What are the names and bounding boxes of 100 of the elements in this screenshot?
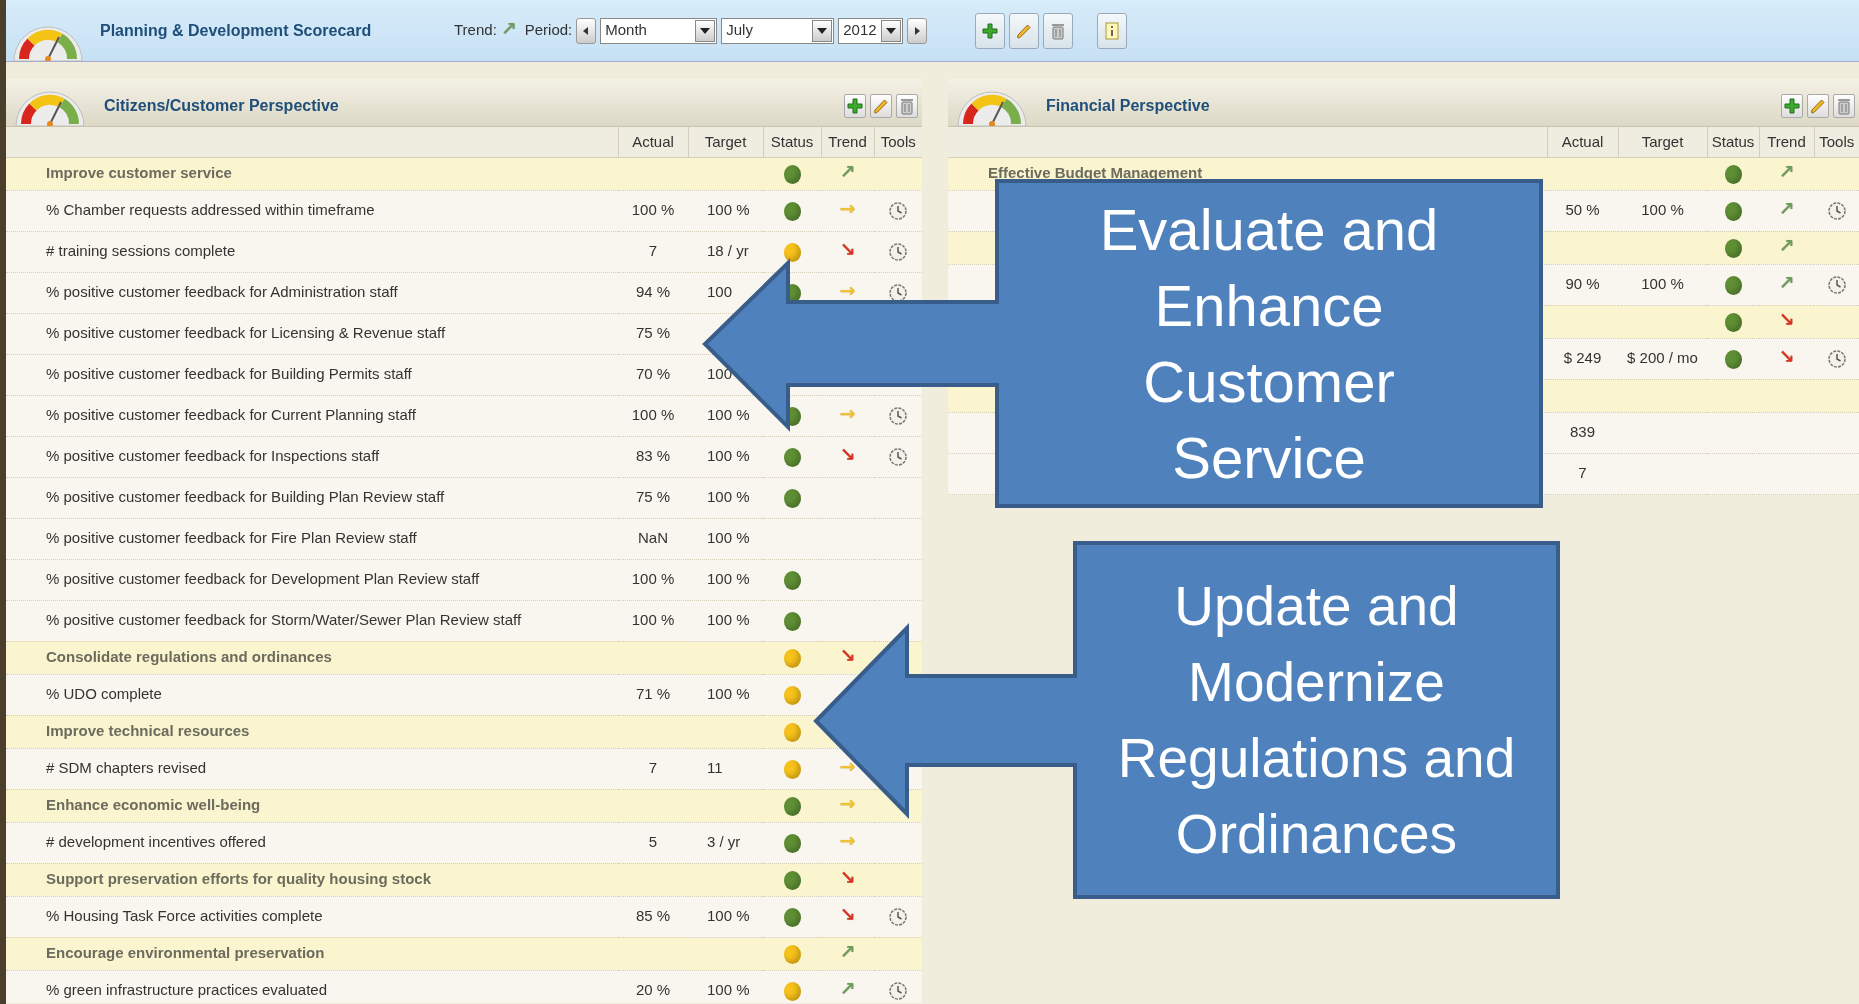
add-button[interactable] <box>975 12 1006 49</box>
column-header: Tools <box>880 132 916 150</box>
edit-button[interactable] <box>870 94 892 118</box>
clock-icon[interactable] <box>888 447 908 468</box>
delete-button[interactable] <box>896 94 918 118</box>
measure-name: % positive customer feedback for Storm/Water/Sewer Plan Review staff <box>46 611 522 629</box>
clock-icon[interactable] <box>1826 275 1847 296</box>
next-button[interactable] <box>907 17 928 44</box>
edit-button[interactable] <box>1807 94 1829 118</box>
objective-name: Improve technical resources <box>46 722 250 740</box>
trend-arrow: ↘ <box>1778 345 1795 368</box>
caret-icon <box>700 27 711 34</box>
trend-arrow: ↗ <box>500 17 517 40</box>
panel-title: Citizens/Customer Perspective <box>104 96 339 116</box>
trend-arrow: → <box>839 829 856 852</box>
trend-arrow: ↗ <box>1778 197 1795 220</box>
column-header: Trend <box>1767 132 1806 150</box>
trash-icon <box>899 97 915 115</box>
actual-value: 90 % <box>1565 275 1600 293</box>
measure-name: % Housing Task Force activities complete <box>46 907 323 925</box>
measure-name: % green infrastructure practices evaluated <box>46 981 327 999</box>
target-value: 100 <box>707 283 733 301</box>
actual-value: 50 % <box>1565 201 1600 219</box>
actual-value: 100 % <box>631 406 675 424</box>
add-button[interactable] <box>1781 94 1803 118</box>
objective-name: Encourage environmental preservation <box>46 944 325 962</box>
actual-value: 75 % <box>635 488 671 506</box>
trend-arrow: ↘ <box>839 238 856 261</box>
target-value: $ 200 / mo <box>1627 349 1698 367</box>
actual-value: $ 249 <box>1563 349 1602 367</box>
trend-arrow: → <box>839 755 856 778</box>
trend-arrow: → <box>839 197 856 220</box>
actual-value: 7 <box>1578 464 1587 482</box>
period-dropdown[interactable]: Month <box>600 17 718 44</box>
actual-value: NaN <box>638 529 668 547</box>
clock-icon[interactable] <box>888 201 908 222</box>
pencil-icon <box>1016 22 1033 39</box>
date-dropdown[interactable]: July <box>721 17 835 44</box>
scorecard-title: Planning & Development Scorecard <box>100 20 373 41</box>
trend-arrow: ↗ <box>839 940 856 963</box>
actual-value: 839 <box>1570 423 1595 441</box>
plus-icon <box>847 98 863 114</box>
clock-icon[interactable] <box>888 981 908 1002</box>
panel-title: Financial Perspective <box>1046 96 1210 116</box>
trend-arrow: ↗ <box>839 977 856 1000</box>
trend-arrow: → <box>839 279 856 302</box>
objective-name: Enhance economic well-being <box>46 796 261 814</box>
objective-name: Improve customer service <box>46 164 232 182</box>
target-value: 100 % <box>707 570 750 588</box>
target-value: 100 % <box>1641 275 1684 293</box>
clock-icon[interactable] <box>888 406 908 427</box>
clock-icon[interactable] <box>1826 349 1847 370</box>
actual-value: 71 % <box>635 685 671 703</box>
actual-value: 5 <box>648 833 658 851</box>
clock-icon[interactable] <box>888 242 908 263</box>
info-icon <box>1105 21 1120 40</box>
clock-icon[interactable] <box>888 907 908 928</box>
measure-name: % UDO complete <box>46 685 162 703</box>
actual-value: 75 % <box>635 324 671 342</box>
clock-icon[interactable] <box>1826 201 1847 222</box>
target-value: 100 % <box>707 685 750 703</box>
objective-name: Effective Budget Management <box>988 164 1203 182</box>
column-header: Actual <box>632 132 674 150</box>
trend-arrow: ↗ <box>1778 160 1795 183</box>
previous-button[interactable] <box>576 17 597 44</box>
edit-button[interactable] <box>1009 12 1040 49</box>
measure-name: % positive customer feedback for Inspections staff <box>46 447 380 465</box>
target-value: 100 % <box>707 488 750 506</box>
measure-name: % positive customer feedback for Building Plan Review staff <box>46 488 445 506</box>
trend-arrow: ↗ <box>839 160 856 183</box>
trend-arrow: ↘ <box>839 903 856 926</box>
trend-arrow: ↘ <box>839 443 856 466</box>
actual-value: 20 % <box>635 981 671 999</box>
delete-button[interactable] <box>1043 12 1074 49</box>
measure-name: % Chamber requests addressed within timeframe <box>46 201 375 219</box>
actual-value: 83 % <box>635 447 671 465</box>
year-dropdown[interactable]: 2012 <box>838 17 904 44</box>
actual-value: 100 % <box>631 201 675 219</box>
trend-arrow: ↘ <box>839 866 856 889</box>
delete-button[interactable] <box>1833 94 1855 118</box>
column-header: Status <box>1711 132 1755 150</box>
target-value: 18 / yr <box>707 242 749 260</box>
actual-value: 85 % <box>635 907 671 925</box>
trend-arrow: ↘ <box>1778 308 1795 331</box>
actual-value: 7 <box>648 242 658 260</box>
actual-value: 100 % <box>631 611 675 629</box>
pencil-icon <box>873 98 889 114</box>
target-value: 100 % <box>707 981 750 999</box>
info-button[interactable] <box>1097 12 1128 49</box>
target-value: 100 % <box>707 529 750 547</box>
callout-text: Update and Modernize Regulations and Ordinances <box>1116 574 1517 867</box>
plus-icon <box>1784 98 1800 114</box>
trend-arrow: ↗ <box>1778 234 1795 257</box>
trash-icon <box>1050 21 1067 40</box>
add-button[interactable] <box>844 94 866 118</box>
target-value: 100 % <box>707 611 750 629</box>
trash-icon <box>1836 97 1852 115</box>
trend-arrow: → <box>839 402 856 425</box>
actual-value: 70 % <box>635 365 671 383</box>
pencil-icon <box>1810 98 1826 114</box>
